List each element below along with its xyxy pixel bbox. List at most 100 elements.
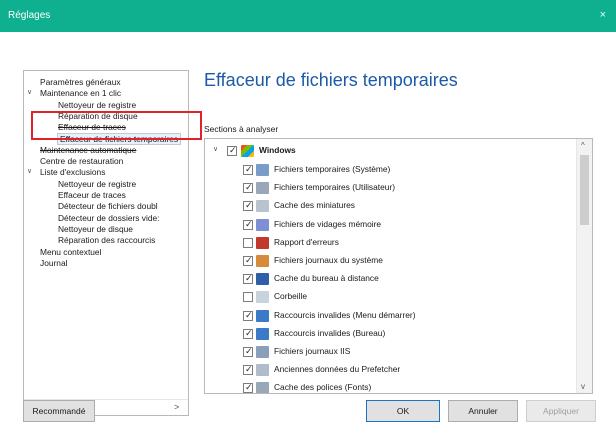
scroll-down-icon[interactable]: v	[581, 382, 585, 391]
sidebar-item-label: Menu contextuel	[40, 246, 102, 257]
item-label: Fichiers journaux IIS	[274, 346, 351, 356]
item-label: Fichiers temporaires (Utilisateur)	[274, 182, 395, 193]
page-title: Effaceur de fichiers temporaires	[204, 70, 458, 90]
sidebar-item-label: Effaceur de fichiers temporaires	[60, 133, 179, 144]
scroll-up-icon[interactable]: ^	[581, 141, 585, 150]
sidebar-item-label: Paramètres généraux	[40, 77, 121, 87]
item-checkbox[interactable]	[243, 364, 253, 376]
prefetch-icon	[256, 364, 269, 377]
iis-log-icon	[256, 346, 269, 358]
sidebar-item-label: Réparation de disque	[58, 110, 138, 121]
sidebar-item[interactable]: ∨ Liste d'exclusions	[27, 167, 106, 178]
item-label: Corbeille	[274, 291, 308, 302]
memory-dump-icon	[256, 218, 269, 231]
item-checkbox[interactable]	[243, 292, 253, 303]
list-item[interactable]: Cache des polices (Fonts)	[205, 379, 575, 393]
sidebar-item[interactable]: Nettoyeur de registre	[58, 179, 136, 189]
item-label: Cache des polices (Fonts)	[274, 382, 372, 393]
item-label: Anciennes données du Prefetcher	[274, 364, 401, 375]
sidebar-item-label: Nettoyeur de disque	[58, 223, 133, 234]
item-checkbox[interactable]	[243, 219, 253, 230]
group-row-windows[interactable]: ∨ Windows	[205, 142, 575, 160]
close-icon[interactable]: ×	[600, 9, 606, 21]
sidebar-item-label: Liste d'exclusions	[40, 167, 106, 178]
system-temp-icon	[256, 164, 269, 176]
list-item[interactable]: Raccourcis invalides (Bureau)	[205, 325, 575, 343]
sidebar-item-label: Effaceur de traces	[58, 190, 126, 200]
chevron-down-icon[interactable]: ∨	[27, 167, 32, 177]
sidebar-item[interactable]: Menu contextuel	[40, 247, 101, 257]
group-label: Windows	[259, 145, 296, 155]
sidebar-item[interactable]: Détecteur de fichiers doubl	[58, 201, 158, 211]
item-checkbox[interactable]	[243, 346, 253, 357]
sidebar-item[interactable]: Effaceur de traces	[58, 190, 126, 200]
sidebar-item[interactable]: Réparation des raccourcis	[58, 235, 155, 245]
item-checkbox[interactable]	[243, 200, 253, 212]
sidebar-item[interactable]: Centre de restauration	[40, 156, 123, 166]
start-menu-shortcut-icon	[256, 309, 269, 322]
item-checkbox[interactable]	[243, 273, 253, 285]
desktop-shortcut-icon	[256, 327, 269, 340]
item-label: Raccourcis invalides (Bureau)	[274, 327, 386, 338]
sidebar-item[interactable]: Détecteur de dossiers vide:	[58, 213, 159, 223]
sidebar-item[interactable]: Réparation de disque	[58, 111, 138, 121]
list-vertical-scrollbar[interactable]: ^ v	[576, 139, 592, 393]
chevron-down-icon[interactable]: ∨	[27, 88, 32, 98]
scrollbar-thumb[interactable]	[580, 155, 589, 225]
title-bar: Réglages ×	[0, 0, 616, 32]
sidebar-item-label: Journal	[40, 257, 68, 268]
sidebar-item[interactable]: Nettoyeur de disque	[58, 224, 133, 234]
sidebar-item[interactable]: Journal	[40, 258, 67, 268]
sidebar-item-label: Nettoyeur de registre	[58, 99, 137, 110]
font-cache-icon	[256, 382, 269, 393]
item-label: Fichiers journaux du système	[274, 255, 383, 265]
group-checkbox[interactable]	[227, 145, 237, 156]
recycle-bin-icon	[256, 291, 269, 304]
system-log-icon	[256, 255, 269, 267]
ok-button[interactable]: OK	[366, 400, 440, 422]
sidebar-item-label: Réparation des raccourcis	[58, 235, 156, 246]
item-checkbox[interactable]	[243, 310, 253, 321]
list-item[interactable]: Corbeille	[205, 288, 575, 306]
item-checkbox[interactable]	[243, 382, 253, 393]
sidebar-item[interactable]: Maintenance automatique	[40, 145, 136, 155]
list-item[interactable]: Anciennes données du Prefetcher	[205, 361, 575, 379]
list-item[interactable]: Cache des miniatures	[205, 197, 575, 215]
sidebar-item-label: Maintenance automatique	[40, 144, 137, 155]
sidebar-item-label: Maintenance en 1 clic	[40, 88, 122, 99]
settings-window: Journal Menu contextuel Réparation des rac…	[0, 32, 616, 426]
list-item[interactable]: Fichiers de vidages mémoire	[205, 216, 575, 234]
list-item[interactable]: Raccourcis invalides (Menu démarrer)	[205, 307, 575, 325]
sidebar-item-label: Détecteur de dossiers vide:	[58, 212, 160, 223]
item-checkbox[interactable]	[243, 328, 253, 339]
list-item[interactable]: Fichiers journaux du système	[205, 252, 575, 270]
sidebar-item-label: Effaceur de traces	[58, 122, 126, 133]
sidebar-item[interactable]: ∨ Maintenance en 1 clic	[27, 88, 122, 99]
list-item[interactable]: Fichiers temporaires (Utilisateur)	[205, 179, 575, 197]
windows-icon	[241, 145, 254, 157]
sidebar-item-label: Centre de restauration	[40, 156, 124, 167]
user-temp-icon	[256, 182, 269, 195]
sections-list[interactable]: ∨ Windows Fichiers temporaires (Système)…	[204, 138, 593, 394]
remote-desktop-icon	[256, 273, 269, 286]
item-checkbox[interactable]	[243, 255, 253, 266]
cancel-button[interactable]: Annuler	[448, 400, 518, 422]
list-item[interactable]: Rapport d'erreurs	[205, 234, 575, 252]
sections-label: Sections à analyser	[204, 124, 279, 134]
list-item[interactable]: Fichiers journaux IIS	[205, 343, 575, 361]
sidebar-item[interactable]: Effaceur de fichiers temporaires	[56, 132, 182, 145]
item-label: Raccourcis invalides (Menu démarrer)	[274, 309, 416, 320]
list-item[interactable]: Cache du bureau à distance	[205, 270, 575, 288]
item-checkbox[interactable]	[243, 237, 253, 248]
settings-navigation-tree[interactable]: Journal Menu contextuel Réparation des rac…	[23, 70, 189, 416]
sidebar-item[interactable]: Nettoyeur de registre	[58, 100, 136, 110]
recommended-button[interactable]: Recommandé	[23, 400, 95, 422]
chevron-down-icon[interactable]: ∨	[213, 145, 218, 153]
item-checkbox[interactable]	[243, 164, 253, 175]
scroll-right-icon[interactable]: >	[174, 402, 179, 412]
sidebar-item[interactable]: Effaceur de traces	[58, 122, 126, 132]
item-checkbox[interactable]	[243, 182, 253, 194]
list-item[interactable]: Fichiers temporaires (Système)	[205, 161, 575, 179]
apply-button[interactable]: Appliquer	[526, 400, 596, 422]
sidebar-item[interactable]: Paramètres généraux	[40, 77, 121, 87]
